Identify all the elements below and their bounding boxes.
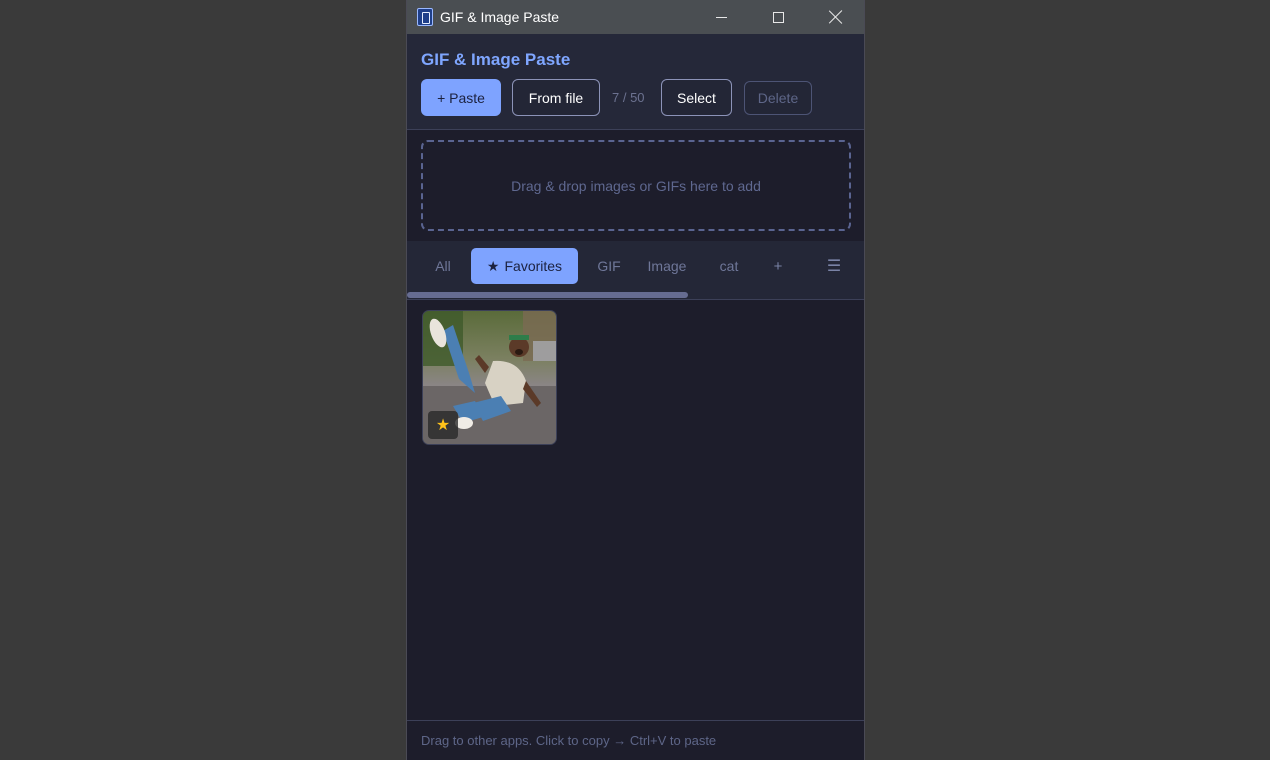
- menu-icon[interactable]: ☰: [819, 248, 849, 284]
- select-button[interactable]: Select: [661, 79, 732, 116]
- from-file-button[interactable]: From file: [512, 79, 600, 116]
- tab-favorites[interactable]: ★ Favorites: [471, 248, 578, 284]
- close-icon: [829, 10, 843, 24]
- minimize-button[interactable]: [693, 0, 750, 34]
- maximize-icon: [773, 11, 784, 23]
- tab-image[interactable]: Image: [634, 248, 700, 284]
- tab-list: All ★ Favorites GIF Image cat +: [421, 248, 798, 284]
- tab-bar: All ★ Favorites GIF Image cat + ☰: [407, 241, 864, 300]
- image-thumbnail[interactable]: ★: [422, 310, 557, 445]
- minimize-icon: [716, 16, 727, 18]
- window-controls: [693, 0, 864, 34]
- tab-all[interactable]: All: [421, 248, 465, 284]
- window-title: GIF & Image Paste: [440, 9, 560, 25]
- footer-hint: Drag to other apps. Click to copy → Ctrl…: [421, 733, 717, 748]
- app-header: GIF & Image Paste + Paste From file 7 / …: [407, 34, 864, 130]
- image-grid: ★: [422, 310, 557, 445]
- app-icon: [417, 8, 433, 26]
- drop-zone-text: Drag & drop images or GIFs here to add: [511, 177, 761, 194]
- add-tab-button[interactable]: +: [758, 248, 798, 284]
- tab-favorites-label: Favorites: [504, 258, 563, 274]
- close-button[interactable]: [807, 0, 864, 34]
- favorite-badge-star-icon[interactable]: ★: [428, 411, 458, 439]
- item-counter: 7 / 50: [612, 90, 645, 105]
- star-icon: ★: [486, 257, 500, 274]
- toolbar: + Paste From file 7 / 50 Select Delete: [421, 79, 812, 116]
- tab-cat[interactable]: cat: [700, 248, 758, 284]
- tab-scrollbar[interactable]: [407, 292, 688, 298]
- tab-gif[interactable]: GIF: [584, 248, 634, 284]
- drop-zone[interactable]: Drag & drop images or GIFs here to add: [421, 140, 851, 231]
- maximize-button[interactable]: [750, 0, 807, 34]
- app-heading: GIF & Image Paste: [421, 50, 571, 69]
- status-footer: Drag to other apps. Click to copy → Ctrl…: [407, 720, 864, 760]
- app-window: GIF & Image Paste GIF & Image Paste + Pa…: [406, 0, 865, 760]
- title-bar: GIF & Image Paste: [407, 0, 864, 34]
- delete-button[interactable]: Delete: [744, 80, 812, 115]
- paste-button[interactable]: + Paste: [421, 79, 501, 116]
